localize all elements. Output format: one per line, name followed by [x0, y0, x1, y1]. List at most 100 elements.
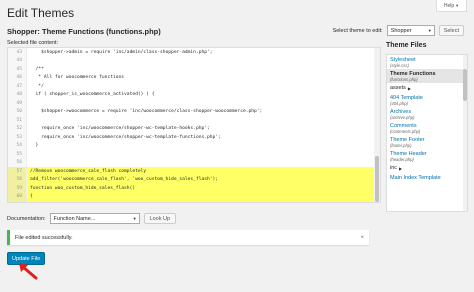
theme-selector: Select theme to edit: Shopper ▼ Select [333, 25, 464, 36]
select-theme-button[interactable]: Select [438, 25, 464, 36]
code-line[interactable]: 48 if ( shopper_is_woocommerce_activated… [8, 90, 380, 99]
file-filename: (comments.php) [390, 129, 421, 134]
file-item[interactable]: Stylesheet (style.css) [387, 55, 467, 69]
caret-right-icon: ▶ [407, 85, 411, 91]
code-line[interactable]: 56 [8, 158, 380, 168]
code-text: add_filter('woocommerce_sale_flash', 'wo… [27, 175, 380, 184]
code-line[interactable]: 60{ [8, 192, 380, 201]
line-number: 49 [8, 99, 27, 108]
code-text: } [30, 143, 39, 149]
file-item[interactable]: Archives (archive.php) [387, 107, 467, 121]
code-line[interactable]: 54 } [8, 141, 380, 150]
file-filename: (404.php) [390, 101, 408, 106]
theme-select-value: Shopper [390, 27, 412, 34]
code-line[interactable]: 58 add_filter('woocommerce_sale_flash', '… [8, 175, 380, 184]
line-number: 58 [8, 175, 27, 184]
line-number: 50 [8, 107, 27, 116]
file-filename: (style.css) [390, 63, 409, 68]
file-filename: (archive.php) [390, 115, 415, 120]
file-item[interactable]: 404 Template (404.php) [387, 93, 467, 107]
line-number: 61 [8, 201, 27, 202]
code-line[interactable]: 51 [8, 116, 380, 125]
code-editor[interactable]: 43 $shopper->admin = require 'inc/admin/… [7, 47, 381, 203]
code-text: $shopper->admin = require 'inc/admin/cla… [30, 49, 213, 55]
line-number: 60 [8, 192, 27, 201]
file-item[interactable]: Theme Header (header.php) [387, 149, 467, 163]
files-scrollbar[interactable] [463, 55, 467, 211]
chevron-down-icon: ▼ [427, 28, 432, 33]
folder-item-assets[interactable]: assets ▶ [387, 83, 467, 93]
folder-label: inc [390, 165, 398, 171]
code-text: function woo_custom_hide_sales_flash() [27, 184, 380, 193]
code-line[interactable]: 59 function woo_custom_hide_sales_flash() [8, 184, 380, 193]
theme-select-label: Select theme to edit: [332, 27, 383, 34]
notice-message: File edited successfully. [15, 234, 73, 241]
code-line[interactable]: 44 [8, 56, 380, 66]
file-heading: Shopper: Theme Functions (functions.php) [7, 27, 161, 36]
code-text: { [27, 192, 380, 201]
code-line[interactable]: 52 require_once 'inc/woocommerce/shopper… [8, 124, 380, 133]
success-notice: File edited successfully. × [7, 230, 369, 245]
help-label: Help [443, 2, 455, 9]
line-number: 59 [8, 184, 27, 193]
code-text: require_once 'inc/woocommerce/shopper-wc… [30, 134, 221, 140]
code-text: return false; [27, 201, 380, 202]
line-number: 47 [8, 82, 27, 91]
file-title: Main Index Template [390, 175, 441, 181]
line-number: 52 [8, 124, 27, 133]
help-tab[interactable]: Help ▼ [436, 0, 467, 12]
code-line[interactable]: 57//Remove woocommerce_sale_flash comple… [8, 167, 380, 176]
code-line[interactable]: 47 */ [8, 82, 380, 91]
dismiss-icon[interactable]: × [360, 235, 364, 241]
line-number: 57 [8, 167, 27, 176]
line-number: 53 [8, 133, 27, 142]
code-line[interactable]: 55 [8, 150, 380, 159]
line-number: 55 [8, 150, 27, 159]
code-line[interactable]: 49 [8, 99, 380, 108]
scroll-thumb[interactable] [375, 156, 379, 202]
code-line[interactable]: 45 /** [8, 65, 380, 74]
line-number: 46 [8, 73, 27, 82]
page-title: Edit Themes [7, 6, 75, 20]
caret-right-icon: ▶ [399, 165, 403, 171]
theme-files-list: Stylesheet (style.css) Theme Functions (fun… [386, 54, 468, 212]
pointer-arrow-icon [19, 263, 38, 280]
code-line[interactable]: 43 $shopper->admin = require 'inc/admin/… [8, 48, 380, 57]
file-filename: (footer.php) [390, 143, 412, 148]
code-line[interactable]: 53 require_once 'inc/woocommerce/shopper… [8, 133, 380, 142]
code-line[interactable]: 50 $shopper->woocommerce = require 'inc/… [8, 107, 380, 116]
function-name-select[interactable]: Function Name... ▼ [49, 213, 140, 224]
file-filename: (functions.php) [390, 77, 418, 82]
file-filename: (header.php) [390, 157, 414, 162]
folder-item-inc[interactable]: inc ▶ [387, 163, 467, 173]
sidebar-title: Theme Files [386, 42, 427, 49]
code-text: /** [30, 66, 44, 72]
look-up-button[interactable]: Look Up [143, 213, 177, 224]
code-text: //Remove woocommerce_sale_flash complete… [27, 167, 380, 176]
theme-select-dropdown[interactable]: Shopper ▼ [386, 25, 435, 36]
code-line[interactable]: 46 * All for woocommerce functions [8, 73, 380, 82]
code-text: $shopper->woocommerce = require 'inc/woo… [30, 109, 263, 115]
theme-files-sidebar: Theme Files Stylesheet (style.css) Theme F… [386, 38, 468, 212]
chevron-down-icon: ▼ [132, 216, 137, 221]
line-number: 48 [8, 90, 27, 99]
function-select-value: Function Name... [53, 215, 96, 222]
documentation-label: Documentation: [7, 215, 46, 222]
scroll-thumb[interactable] [463, 69, 467, 101]
file-item[interactable]: Theme Footer (footer.php) [387, 135, 467, 149]
line-number: 45 [8, 65, 27, 74]
line-number: 44 [8, 56, 27, 65]
code-line[interactable]: 61 return false; [8, 201, 380, 202]
code-text: if ( shopper_is_woocommerce_activated() … [30, 92, 155, 98]
file-item[interactable]: Theme Functions (functions.php) [387, 69, 467, 83]
code-text: * All for woocommerce functions [30, 75, 125, 81]
file-item[interactable]: Main Index Template [387, 173, 467, 182]
file-item[interactable]: Comments (comments.php) [387, 121, 467, 135]
editor-scrollbar[interactable] [374, 48, 380, 202]
line-number: 56 [8, 158, 27, 167]
chevron-down-icon: ▼ [455, 3, 460, 8]
